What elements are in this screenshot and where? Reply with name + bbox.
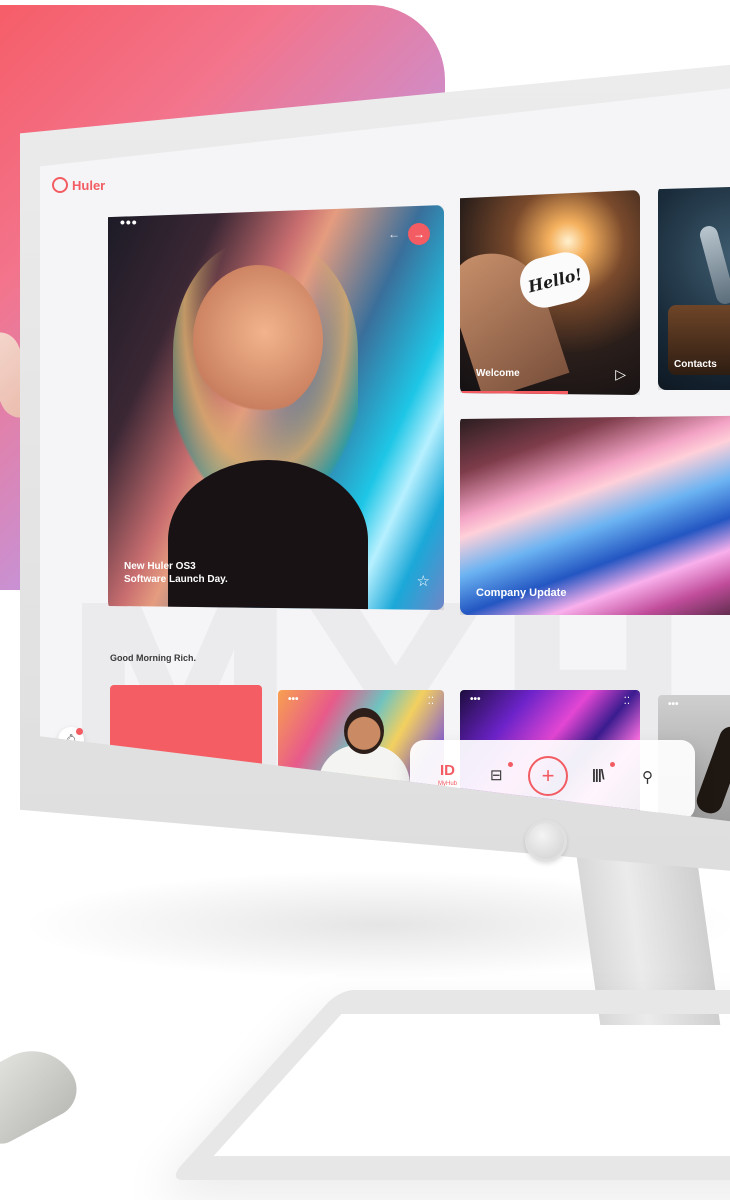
share-icon[interactable]: ⁚⁚ (624, 696, 630, 707)
company-update-card[interactable]: Company Update (460, 415, 730, 615)
welcome-progress-bar (460, 391, 568, 395)
hero-card[interactable]: ••• ← → New Huler OS3 Software Launch Da… (108, 205, 444, 610)
notification-dot (76, 728, 83, 735)
library-icon[interactable]: |||\ (592, 766, 605, 782)
search-icon[interactable]: ⚲ (642, 768, 653, 786)
monitor-stand-base (168, 990, 730, 1180)
power-button[interactable] (525, 820, 567, 862)
monitor-screen: MYH Huler ••• ← → New Huler OS3 Software… (40, 85, 730, 825)
background-shoe (0, 1034, 87, 1151)
myhub-icon: ID (440, 762, 455, 779)
contacts-card[interactable]: Contacts (658, 185, 730, 390)
more-dots-icon[interactable]: ••• (668, 700, 679, 710)
play-icon[interactable]: ▷ (615, 366, 626, 383)
more-dots-icon[interactable]: ••• (470, 695, 481, 705)
share-icon[interactable]: ⁚⁚ (428, 696, 434, 707)
dancer-figure (693, 723, 730, 817)
widgets-badge-dot (508, 762, 513, 767)
contacts-label: Contacts (674, 359, 717, 370)
plus-icon[interactable]: + (528, 756, 568, 796)
welcome-label: Welcome (476, 368, 520, 379)
welcome-card[interactable]: Hello! Welcome ▷ (460, 190, 640, 395)
greeting-text: Good Morning Rich. (110, 653, 196, 663)
widgets-icon[interactable]: ⊟ (490, 766, 503, 784)
library-badge-dot (610, 762, 615, 767)
hero-caption: New Huler OS3 Software Launch Day. (124, 560, 228, 586)
more-dots-icon[interactable]: ••• (120, 215, 138, 229)
hero-caption-line2: Software Launch Day. (124, 574, 228, 585)
hero-photo-face (193, 265, 323, 415)
marketing-scene: MYH Huler ••• ← → New Huler OS3 Software… (0, 0, 730, 1200)
arrow-left-icon[interactable]: ← (388, 227, 400, 241)
dock-item-myhub[interactable]: ID MyHub (438, 762, 457, 787)
app-logo[interactable]: Huler (52, 177, 105, 193)
more-dots-icon[interactable]: ••• (288, 695, 299, 705)
hero-nav: ← → (388, 223, 430, 245)
logo-ring-icon (52, 177, 68, 193)
contacts-photo-lamp (697, 224, 730, 306)
hero-caption-line1: New Huler OS3 (124, 561, 196, 572)
company-update-label: Company Update (476, 587, 567, 599)
portrait-head (344, 708, 384, 754)
arrow-right-icon[interactable]: → (408, 223, 430, 245)
logo-text: Huler (72, 177, 106, 193)
hero-photo-body (168, 460, 368, 610)
star-icon[interactable]: ☆ (417, 572, 430, 590)
